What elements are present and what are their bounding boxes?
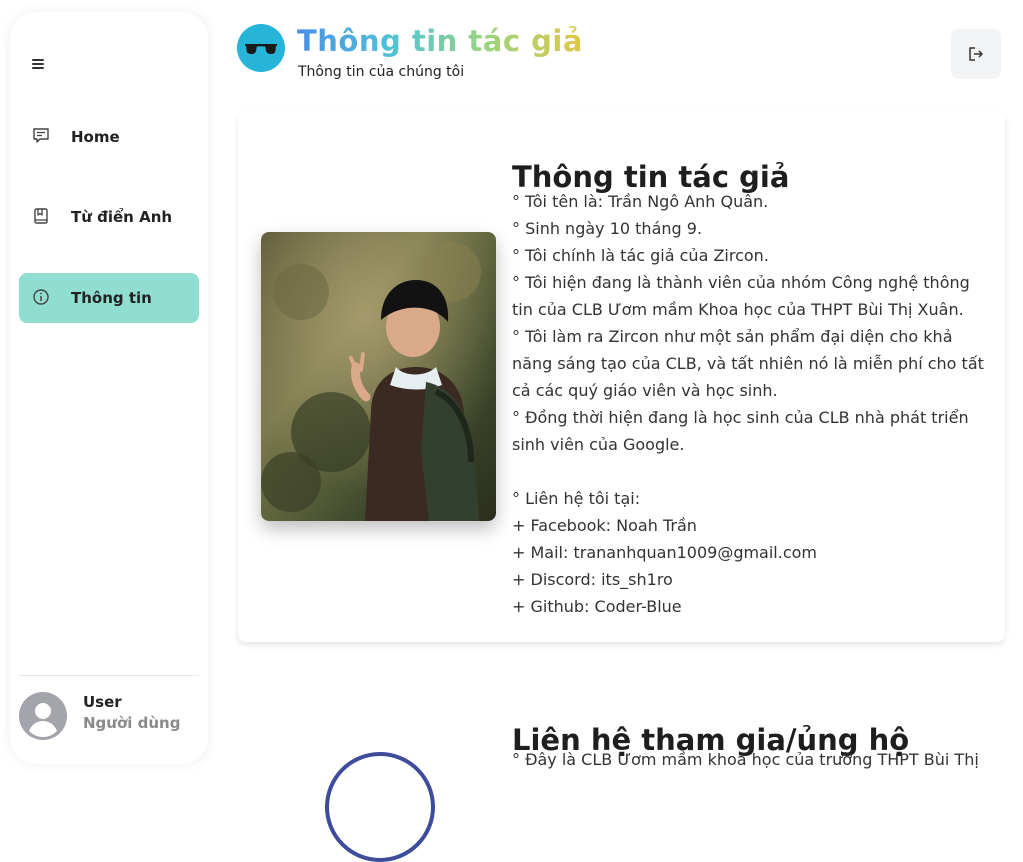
contact-github: + Github: Coder-Blue [512,597,682,616]
info-line: ° Đồng thời hiện đang là học sinh của CL… [512,408,969,454]
sidebar-item-label: Home [71,128,120,146]
glasses-icon [237,24,285,72]
info-line: ° Tôi tên là: Trần Ngô Anh Quân. [512,192,769,211]
page-title: Thông tin tác giả [297,24,583,58]
sidebar-item-label: Từ điển Anh [71,208,173,226]
sidebar-item-home[interactable]: Home [19,112,199,162]
book-icon [32,207,50,225]
info-icon [32,288,50,306]
user-role: Người dùng [83,714,181,732]
author-card: Thông tin tác giả ° Tôi tên là: Trần Ngô… [238,110,1005,642]
contact-mail: + Mail: trananhquan1009@gmail.com [512,543,818,562]
club-logo [325,752,435,862]
avatar[interactable] [19,692,67,740]
contact-facebook: + Facebook: Noah Trần [512,516,697,535]
logout-icon [969,47,983,61]
menu-icon[interactable] [32,57,46,69]
contact-section-text: ° Đây là CLB Ươm mầm khoa học của trường… [512,750,979,769]
info-line: ° Tôi hiện đang là thành viên của nhóm C… [512,273,970,319]
sidebar-item-label: Thông tin [71,289,152,307]
user-name: User [83,693,122,711]
page-subtitle: Thông tin của chúng tôi [298,64,465,80]
info-line: ° Tôi làm ra Zircon như một sản phẩm đại… [512,327,984,400]
contact-discord: + Discord: its_sh1ro [512,570,673,589]
info-line: ° Tôi chính là tác giả của Zircon. [512,246,769,265]
logout-button[interactable] [951,29,1001,79]
message-icon [32,127,50,145]
sidebar-item-dictionary[interactable]: Từ điển Anh [19,192,199,242]
author-info: ° Tôi tên là: Trần Ngô Anh Quân. ° Sinh … [512,188,992,620]
sidebar: Home Từ điển Anh Thông tin User Người dù… [10,12,208,764]
contact-title: ° Liên hệ tôi tại: [512,489,641,508]
sidebar-divider [19,675,199,676]
sidebar-item-info[interactable]: Thông tin [19,273,199,323]
info-line: ° Sinh ngày 10 tháng 9. [512,219,703,238]
author-photo [261,232,496,521]
